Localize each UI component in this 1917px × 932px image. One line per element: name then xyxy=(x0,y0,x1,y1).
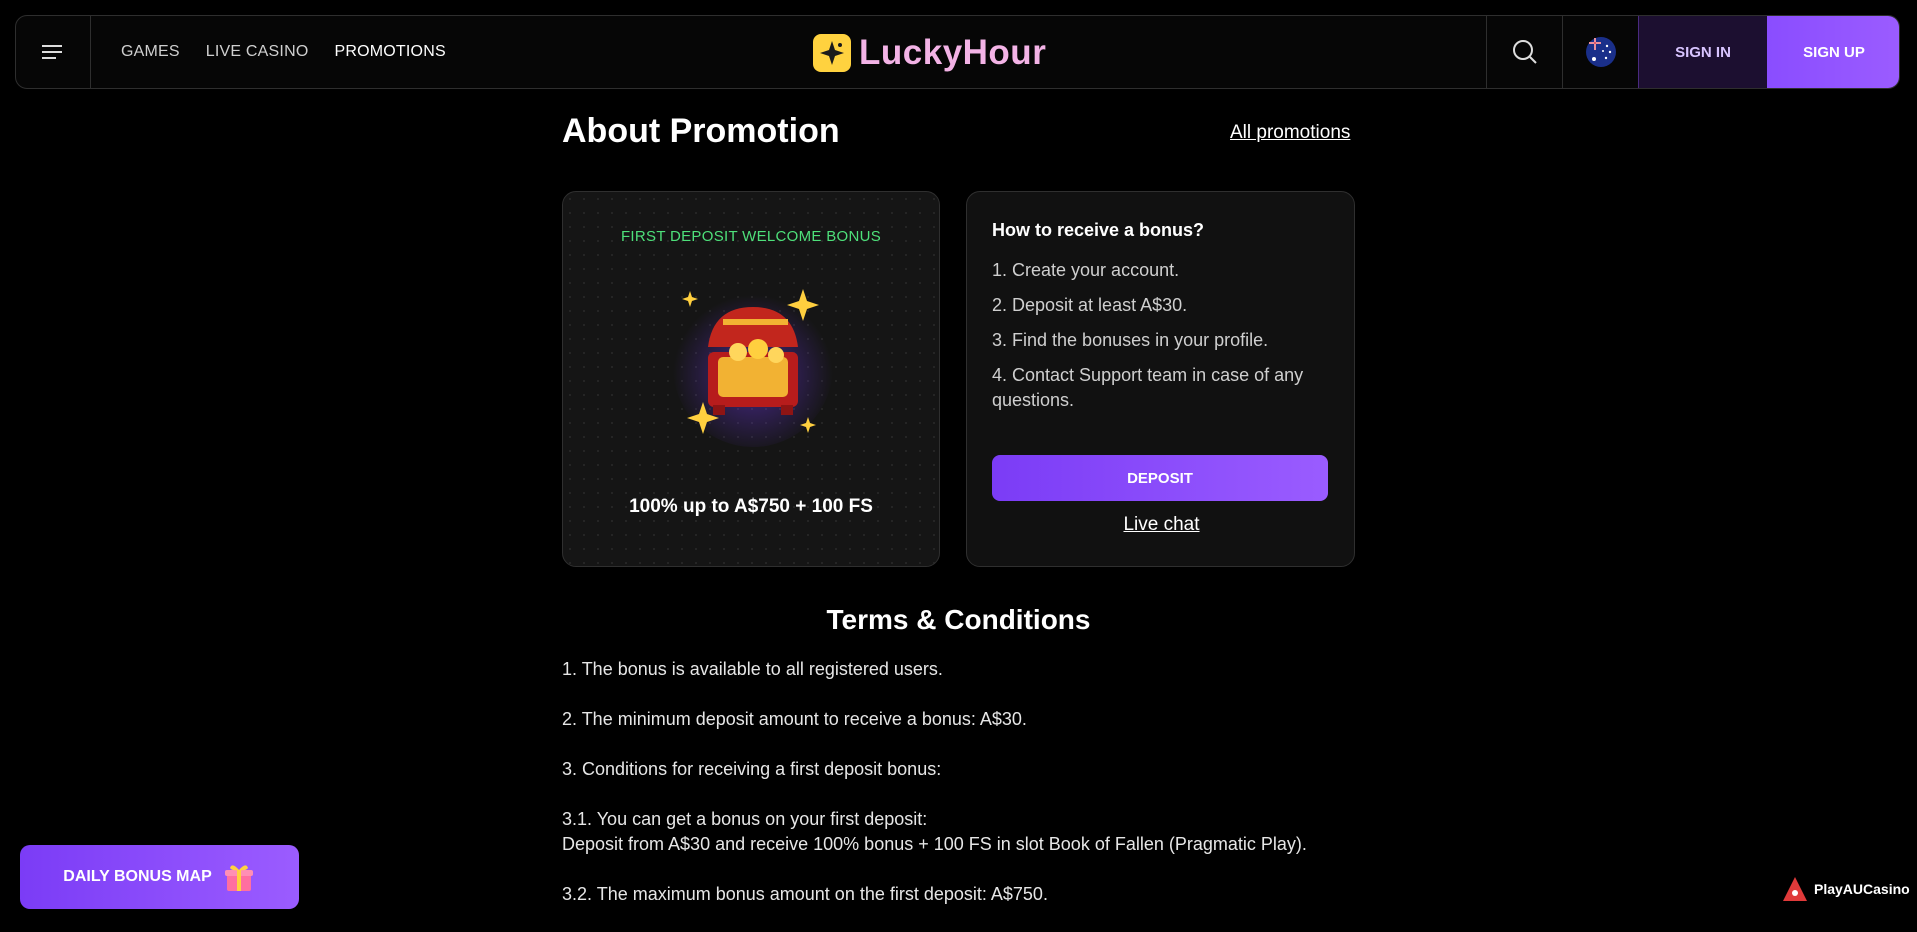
sign-in-button[interactable]: SIGN IN xyxy=(1638,16,1767,88)
how-to-step: 2. Deposit at least A$30. xyxy=(992,295,1188,315)
page-title: About Promotion xyxy=(562,112,840,150)
watermark-logo-icon xyxy=(1783,877,1807,901)
daily-bonus-map-button[interactable]: DAILY BONUS MAP xyxy=(20,845,299,909)
language-selector[interactable] xyxy=(1562,16,1638,88)
terms-item: 3.2. The maximum bonus amount on the fir… xyxy=(562,884,1048,904)
menu-button[interactable] xyxy=(16,16,91,88)
all-promotions-link[interactable]: All promotions xyxy=(1230,122,1350,144)
deposit-button[interactable]: DEPOSIT xyxy=(992,455,1328,501)
terms-item: 3.1. You can get a bonus on your first d… xyxy=(562,809,928,829)
nav-live-casino[interactable]: LIVE CASINO xyxy=(206,43,309,61)
terms-item: 2. The minimum deposit amount to receive… xyxy=(562,709,1027,729)
watermark-text: PlayAUCasino xyxy=(1814,881,1910,897)
promo-amount: 100% up to A$750 + 100 FS xyxy=(629,496,873,517)
logo-text: LuckyHour xyxy=(859,33,1047,72)
logo[interactable]: LuckyHour xyxy=(813,33,1046,73)
terms-item: 1. The bonus is available to all registe… xyxy=(562,659,943,679)
hamburger-icon xyxy=(42,45,62,59)
how-to-steps: 1. Create your account. 2. Deposit at le… xyxy=(992,258,1337,423)
how-to-step: 3. Find the bonuses in your profile. xyxy=(992,330,1269,350)
treasure-chest-icon xyxy=(673,287,833,447)
top-header: GAMES LIVE CASINO PROMOTIONS LuckyHour S… xyxy=(15,15,1900,89)
gift-icon xyxy=(224,865,253,891)
terms-item: 3. Conditions for receiving a first depo… xyxy=(562,759,942,779)
how-to-card: How to receive a bonus? 1. Create your a… xyxy=(966,191,1355,567)
terms-title: Terms & Conditions xyxy=(826,604,1091,635)
main-nav: GAMES LIVE CASINO PROMOTIONS xyxy=(121,16,446,88)
promo-card: FIRST DEPOSIT WELCOME BONUS 100% up to A… xyxy=(562,191,940,567)
search-icon xyxy=(1513,40,1537,64)
how-to-step: 4. Contact Support team in case of any q… xyxy=(992,365,1304,410)
search-button[interactable] xyxy=(1486,16,1563,88)
nav-games[interactable]: GAMES xyxy=(121,43,180,61)
sign-up-button[interactable]: SIGN UP xyxy=(1767,16,1899,88)
daily-bonus-label: DAILY BONUS MAP xyxy=(63,868,212,885)
terms-item: Deposit from A$30 and receive 100% bonus… xyxy=(562,834,1307,854)
how-to-step: 1. Create your account. xyxy=(992,260,1180,280)
how-to-title: How to receive a bonus? xyxy=(992,220,1205,240)
watermark: PlayAUCasino xyxy=(1782,876,1910,902)
nav-promotions[interactable]: PROMOTIONS xyxy=(334,43,445,61)
terms-body: 1. The bonus is available to all registe… xyxy=(562,657,1362,932)
australia-flag-icon xyxy=(1585,37,1616,67)
live-chat-link[interactable]: Live chat xyxy=(967,514,1356,536)
promo-label: FIRST DEPOSIT WELCOME BONUS xyxy=(620,228,882,245)
logo-star-icon xyxy=(813,34,851,72)
